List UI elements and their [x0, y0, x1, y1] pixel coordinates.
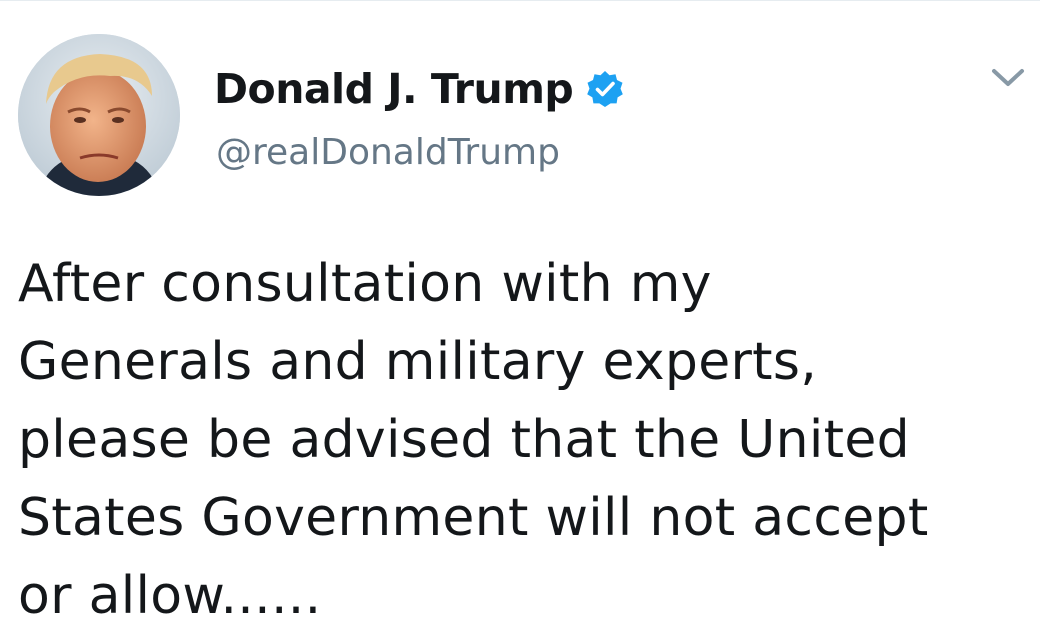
chevron-down-icon[interactable]	[988, 63, 1028, 93]
author-name-row: Donald J. Trump	[214, 57, 625, 121]
avatar-image	[18, 34, 180, 196]
display-name[interactable]: Donald J. Trump	[214, 68, 574, 110]
avatar[interactable]	[18, 34, 180, 196]
tweet-card: Donald J. Trump @realDonaldTrump After c…	[0, 0, 1040, 638]
author-handle[interactable]: @realDonaldTrump	[216, 135, 560, 171]
tweet-text: After consultation with my Generals and …	[18, 254, 929, 626]
verified-badge-icon	[585, 69, 625, 109]
